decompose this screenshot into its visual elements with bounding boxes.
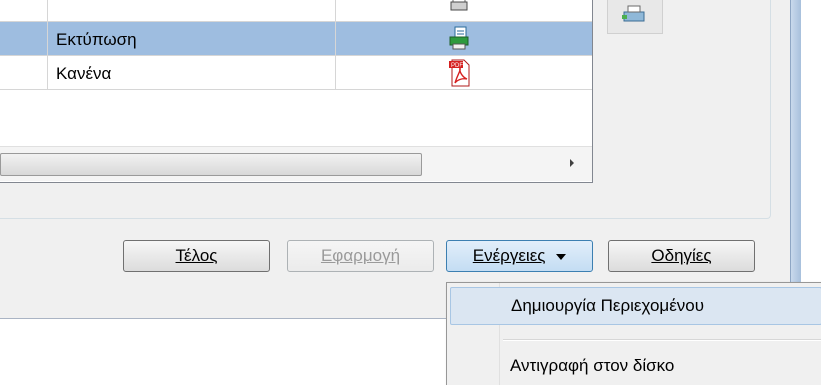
actions-dropdown-menu: Δημιουργία Περιεχομένου Αντιγραφή στον δ…	[446, 282, 821, 385]
list-view[interactable]: Εκτύπωση Κανένα PDF	[0, 0, 593, 183]
dialog-window: Εκτύπωση Κανένα PDF Τέλος Εφαρμογή Ενέργ…	[0, 0, 791, 319]
menu-separator	[503, 339, 821, 341]
list-row[interactable]	[0, 0, 592, 22]
actions-button-label: Ενέργειες	[472, 246, 546, 265]
row-label: Εκτύπωση	[48, 22, 336, 56]
scroll-right-arrow-icon[interactable]	[570, 159, 574, 167]
side-button[interactable]	[607, 0, 663, 34]
printer-document-icon	[449, 26, 469, 50]
list-cell	[336, 22, 592, 56]
actions-split-button[interactable]: Ενέργειες	[446, 240, 593, 272]
window-border	[790, 0, 801, 318]
list-cell: PDF	[336, 56, 592, 90]
help-button[interactable]: Οδηγίες	[608, 240, 755, 272]
svg-text:PDF: PDF	[451, 63, 463, 69]
menu-item-copy-to-disk[interactable]: Αντιγραφή στον δίσκο	[450, 347, 821, 385]
printer-icon	[622, 5, 645, 22]
menu-item-label: Αντιγραφή στον δίσκο	[510, 356, 675, 375]
finish-button[interactable]: Τέλος	[123, 240, 270, 272]
finish-button-label: Τέλος	[175, 246, 218, 265]
menu-item-label: Δημιουργία Περιεχομένου	[511, 296, 705, 315]
help-button-label: Οδηγίες	[651, 246, 712, 265]
list-cell	[0, 0, 48, 22]
list-cell	[0, 56, 48, 90]
scrollbar-thumb[interactable]	[0, 153, 422, 176]
menu-item-create-content[interactable]: Δημιουργία Περιεχομένου	[450, 287, 821, 325]
list-cell	[336, 0, 592, 22]
apply-button[interactable]: Εφαρμογή	[287, 240, 434, 272]
document-icon	[450, 0, 468, 11]
list-row[interactable]: Κανένα PDF	[0, 56, 592, 90]
chevron-down-icon[interactable]	[556, 253, 567, 260]
row-label: Κανένα	[48, 56, 336, 90]
apply-button-label: Εφαρμογή	[320, 246, 401, 265]
row-label	[48, 0, 336, 22]
list-cell	[0, 22, 48, 56]
horizontal-scrollbar[interactable]	[0, 146, 592, 181]
list-row[interactable]: Εκτύπωση	[0, 22, 592, 56]
pdf-icon: PDF	[449, 59, 470, 87]
